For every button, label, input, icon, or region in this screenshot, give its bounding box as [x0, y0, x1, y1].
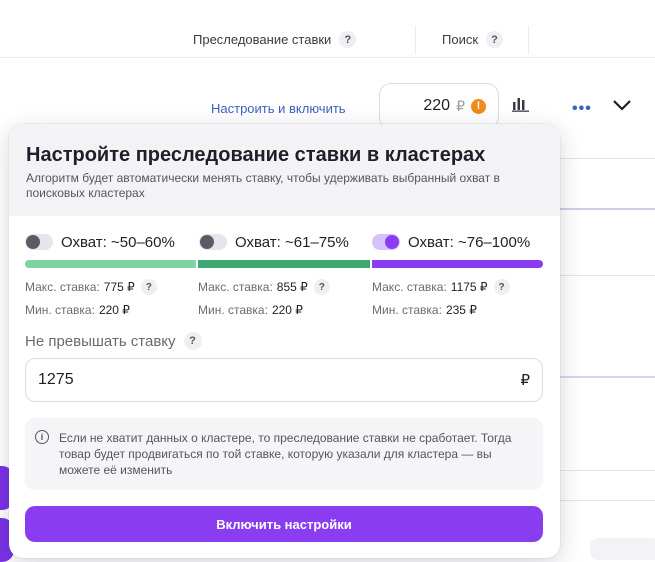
help-icon[interactable]: ?: [486, 31, 504, 48]
coverage-toggle-2[interactable]: [199, 234, 227, 250]
max-bid-label: Макс. ставка:: [25, 280, 100, 294]
divider: [415, 26, 416, 54]
min-bid-stat-3: Мин. ставка: 235 ₽: [372, 303, 477, 317]
max-bid-stat-1: Макс. ставка: 775 ₽ ?: [25, 279, 157, 295]
min-bid-value: 220 ₽: [98, 303, 130, 317]
coverage-bar-1: [25, 260, 196, 268]
warning-icon[interactable]: !: [471, 98, 486, 114]
coverage-toggle-3[interactable]: [372, 234, 400, 250]
bid-limit-field[interactable]: ₽: [25, 358, 543, 402]
help-icon[interactable]: ?: [183, 332, 202, 350]
max-bid-value: 855 ₽: [276, 280, 308, 294]
bid-limit-label-row: Не превышать ставку ?: [25, 332, 202, 350]
info-text: Если не хватит данных о кластере, то пре…: [59, 431, 512, 477]
coverage-label: Охват: ~50–60%: [61, 233, 175, 251]
max-bid-stat-2: Макс. ставка: 855 ₽ ?: [198, 279, 330, 295]
min-bid-label: Мин. ставка:: [198, 303, 268, 317]
toggle-knob: [200, 235, 214, 249]
min-bid-value: 220 ₽: [271, 303, 303, 317]
background-tag: [590, 538, 655, 560]
coverage-label: Охват: ~76–100%: [408, 233, 531, 251]
help-icon[interactable]: ?: [339, 31, 357, 48]
chevron-down-icon[interactable]: [612, 98, 632, 112]
divider: [555, 470, 655, 471]
divider: [555, 376, 655, 378]
bid-limit-label: Не превышать ставку: [25, 332, 176, 350]
column-bid-tracking[interactable]: Преследование ставки ?: [193, 31, 357, 48]
coverage-bar-3: [372, 260, 543, 268]
popup-header: Настройте преследование ставки в кластер…: [9, 124, 560, 216]
column-search[interactable]: Поиск ?: [442, 31, 504, 48]
help-icon[interactable]: ?: [140, 279, 157, 295]
column-bid-tracking-label: Преследование ставки: [193, 32, 332, 47]
popup-title: Настройте преследование ставки в кластер…: [26, 144, 486, 166]
coverage-toggle-1[interactable]: [25, 234, 53, 250]
divider: [555, 158, 655, 159]
max-bid-value: 1175 ₽: [450, 280, 488, 294]
max-bid-value: 775 ₽: [103, 280, 135, 294]
info-icon: i: [35, 430, 49, 444]
min-bid-stat-2: Мин. ставка: 220 ₽: [198, 303, 303, 317]
max-bid-stat-3: Макс. ставка: 1175 ₽ ?: [372, 279, 510, 295]
toggle-knob: [385, 235, 399, 249]
min-bid-stat-1: Мин. ставка: 220 ₽: [25, 303, 130, 317]
min-bid-label: Мин. ставка:: [25, 303, 95, 317]
bid-limit-input[interactable]: [38, 371, 438, 389]
top-header: Преследование ставки ? Поиск ?: [0, 0, 655, 58]
bid-tracking-popup: Настройте преследование ставки в кластер…: [9, 124, 560, 558]
min-bid-value: 235 ₽: [445, 303, 477, 317]
coverage-label: Охват: ~61–75%: [235, 233, 349, 251]
min-bid-label: Мин. ставка:: [372, 303, 442, 317]
popup-description: Алгоритм будет автоматически менять став…: [26, 171, 500, 200]
bar-chart-icon[interactable]: [512, 96, 530, 112]
bid-price-field[interactable]: 220 ₽ !: [379, 83, 499, 129]
enable-settings-button[interactable]: Включить настройки: [25, 506, 543, 542]
more-options-icon[interactable]: •••: [572, 100, 592, 118]
configure-and-enable-link[interactable]: Настроить и включить: [211, 101, 346, 116]
divider: [555, 275, 655, 276]
coverage-tier-1[interactable]: Охват: ~50–60%: [25, 232, 175, 252]
currency-symbol: ₽: [456, 97, 465, 114]
divider: [528, 26, 529, 54]
divider: [555, 500, 655, 501]
bid-price-value: 220: [423, 97, 451, 114]
coverage-bar-2: [198, 260, 370, 268]
divider: [555, 208, 655, 210]
currency-symbol: ₽: [520, 372, 530, 389]
toggle-knob: [26, 235, 40, 249]
coverage-tier-2[interactable]: Охват: ~61–75%: [199, 232, 349, 252]
max-bid-label: Макс. ставка:: [198, 280, 273, 294]
info-notice: i Если не хватит данных о кластере, то п…: [25, 418, 543, 490]
coverage-tier-3[interactable]: Охват: ~76–100%: [372, 232, 530, 252]
help-icon[interactable]: ?: [493, 279, 510, 295]
max-bid-label: Макс. ставка:: [372, 280, 447, 294]
help-icon[interactable]: ?: [313, 279, 330, 295]
column-search-label: Поиск: [442, 32, 479, 47]
